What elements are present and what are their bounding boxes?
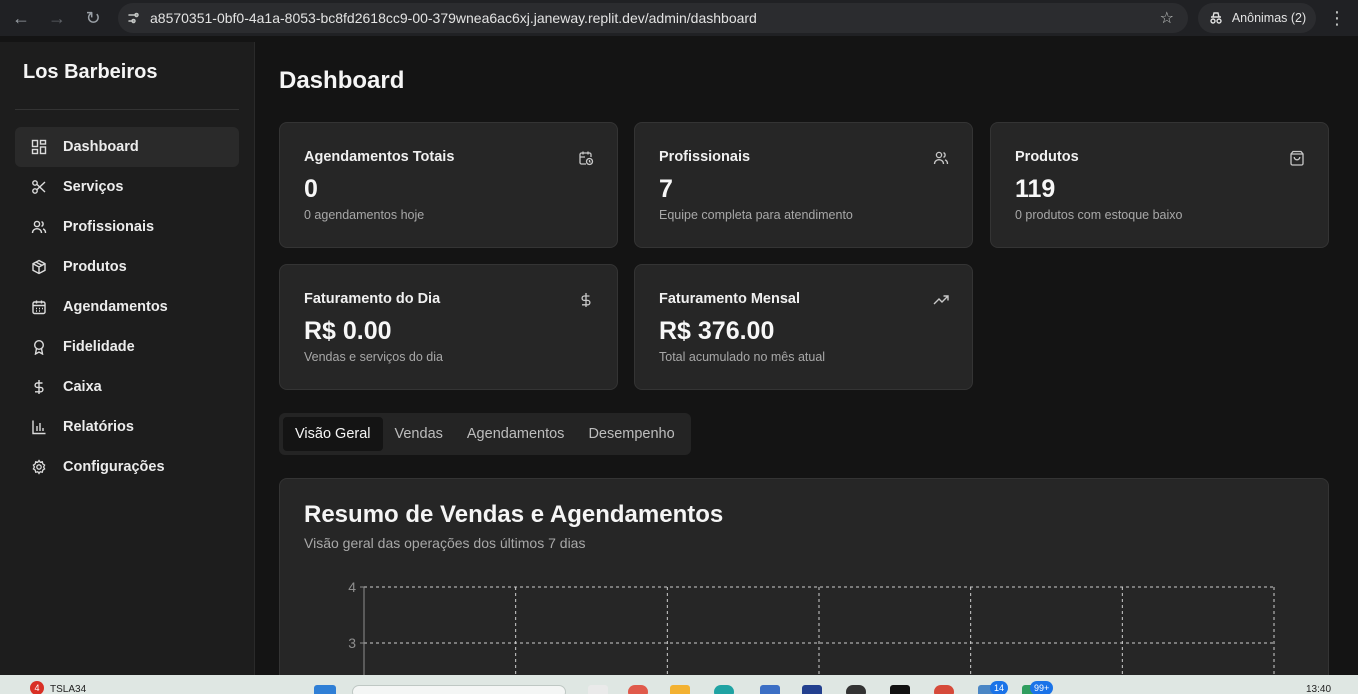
app-icon[interactable] [760, 685, 780, 694]
site-settings-icon[interactable] [118, 10, 150, 26]
sidebar-item-label: Agendamentos [63, 299, 168, 315]
tab-visao-geral[interactable]: Visão Geral [283, 417, 383, 451]
scissors-icon [31, 179, 47, 195]
card-subtitle: Total acumulado no mês atual [659, 350, 826, 364]
brand-title: Los Barbeiros [23, 61, 158, 83]
card-title: Produtos [1015, 149, 1079, 165]
app-icon[interactable] [628, 685, 648, 694]
taskview-icon[interactable] [588, 685, 608, 694]
app-badge: 14 [990, 681, 1009, 694]
gear-icon [31, 459, 47, 475]
ticker-label: TSLA34 [50, 684, 87, 694]
page-title: Dashboard [279, 67, 405, 94]
sidebar-nav: Dashboard Serviços Profissionais Produto… [15, 127, 239, 487]
sidebar-item-agendamentos[interactable]: Agendamentos [15, 287, 239, 327]
browser-toolbar: ← → ↻ a8570351-0bf0-4a1a-8053-bc8fd2618c… [0, 0, 1358, 36]
url-text: a8570351-0bf0-4a1a-8053-bc8fd2618cc9-00-… [150, 10, 757, 26]
sidebar: Los Barbeiros Dashboard Serviços Profiss… [0, 42, 255, 675]
sidebar-item-label: Configurações [63, 459, 165, 475]
sidebar-item-label: Relatórios [63, 419, 134, 435]
card-title: Faturamento Mensal [659, 291, 800, 307]
windows-start-icon[interactable] [314, 685, 336, 694]
award-icon [31, 339, 47, 355]
users-icon [933, 150, 949, 166]
stat-card-agendamentos: Agendamentos Totais 0 0 agendamentos hoj… [279, 122, 618, 248]
card-value: 7 [659, 175, 673, 203]
card-subtitle: Vendas e serviços do dia [304, 350, 443, 364]
incognito-icon [1210, 12, 1222, 24]
stat-card-profissionais: Profissionais 7 Equipe completa para ate… [634, 122, 973, 248]
sidebar-item-label: Caixa [63, 379, 102, 395]
stat-card-faturamento-mensal: Faturamento Mensal R$ 376.00 Total acumu… [634, 264, 973, 390]
card-value: 119 [1015, 175, 1056, 203]
users-icon [31, 219, 47, 235]
package-icon [31, 259, 47, 275]
sidebar-item-profissionais[interactable]: Profissionais [15, 207, 239, 247]
calendar-clock-icon [578, 150, 594, 166]
sidebar-item-produtos[interactable]: Produtos [15, 247, 239, 287]
card-subtitle: 0 agendamentos hoje [304, 208, 425, 222]
app-badge: 99+ [1030, 681, 1054, 694]
clock: 13:40 [1306, 684, 1332, 694]
folder-icon[interactable] [670, 685, 690, 694]
profile-button[interactable]: Anônimas (2) [1198, 3, 1316, 33]
divider [15, 109, 239, 110]
card-title: Profissionais [659, 149, 751, 165]
sidebar-item-fidelidade[interactable]: Fidelidade [15, 327, 239, 367]
tab-desempenho[interactable]: Desempenho [576, 417, 686, 451]
card-subtitle: Equipe completa para atendimento [659, 208, 853, 222]
card-title: Faturamento do Dia [304, 291, 441, 307]
bar-chart-icon [31, 419, 47, 435]
browser-menu-icon[interactable]: ⋮ [1326, 3, 1348, 33]
card-value: R$ 0.00 [304, 317, 392, 345]
main-content: Dashboard Agendamentos Totais 0 0 agenda… [256, 42, 1358, 675]
y-tick-label: 4 [348, 579, 356, 595]
sidebar-item-label: Fidelidade [63, 339, 135, 355]
tab-vendas[interactable]: Vendas [383, 417, 455, 451]
shopping-bag-icon [1289, 150, 1305, 166]
card-subtitle: 0 produtos com estoque baixo [1015, 208, 1183, 222]
stat-card-faturamento-dia: Faturamento do Dia R$ 0.00 Vendas e serv… [279, 264, 618, 390]
back-icon[interactable]: ← [3, 0, 39, 36]
sidebar-item-relatorios[interactable]: Relatórios [15, 407, 239, 447]
dollar-icon [578, 292, 594, 308]
app-icon[interactable] [890, 685, 910, 694]
dashboard-icon [31, 139, 47, 155]
tab-list: Visão Geral Vendas Agendamentos Desempen… [279, 413, 691, 455]
sidebar-item-dashboard[interactable]: Dashboard [15, 127, 239, 167]
address-bar[interactable]: a8570351-0bf0-4a1a-8053-bc8fd2618cc9-00-… [118, 3, 1188, 33]
stat-card-produtos: Produtos 119 0 produtos com estoque baix… [990, 122, 1329, 248]
sidebar-item-label: Profissionais [63, 219, 155, 235]
sidebar-item-configuracoes[interactable]: Configurações [15, 447, 239, 487]
y-tick-label: 3 [348, 635, 356, 651]
card-value: R$ 376.00 [659, 317, 775, 345]
os-taskbar: 4 TSLA34 14 99+ 13:40 [0, 675, 1358, 694]
chart-card: Resumo de Vendas e Agendamentos Visão ge… [279, 478, 1329, 675]
trending-up-icon [933, 292, 949, 308]
calendar-icon [31, 299, 47, 315]
forward-icon[interactable]: → [39, 0, 75, 36]
card-title: Agendamentos Totais [304, 149, 455, 165]
app-icon[interactable] [802, 685, 822, 694]
profile-label: Anônimas (2) [1231, 11, 1307, 25]
chart-plot: 43 [348, 579, 1275, 675]
sidebar-item-label: Serviços [63, 179, 124, 195]
sidebar-item-servicos[interactable]: Serviços [15, 167, 239, 207]
reload-icon[interactable]: ↻ [75, 0, 111, 36]
notification-badge: 4 [30, 681, 44, 694]
chrome-icon[interactable] [934, 685, 954, 694]
tab-agendamentos[interactable]: Agendamentos [455, 417, 577, 451]
bookmark-star-icon[interactable]: ☆ [1160, 8, 1174, 28]
sidebar-item-caixa[interactable]: Caixa [15, 367, 239, 407]
sidebar-item-label: Produtos [63, 259, 127, 275]
app-icon[interactable] [714, 685, 734, 694]
sidebar-item-label: Dashboard [63, 139, 139, 155]
card-value: 0 [304, 175, 318, 203]
taskbar-search-input[interactable] [352, 685, 566, 694]
app-icon[interactable] [846, 685, 866, 694]
dollar-icon [31, 379, 47, 395]
